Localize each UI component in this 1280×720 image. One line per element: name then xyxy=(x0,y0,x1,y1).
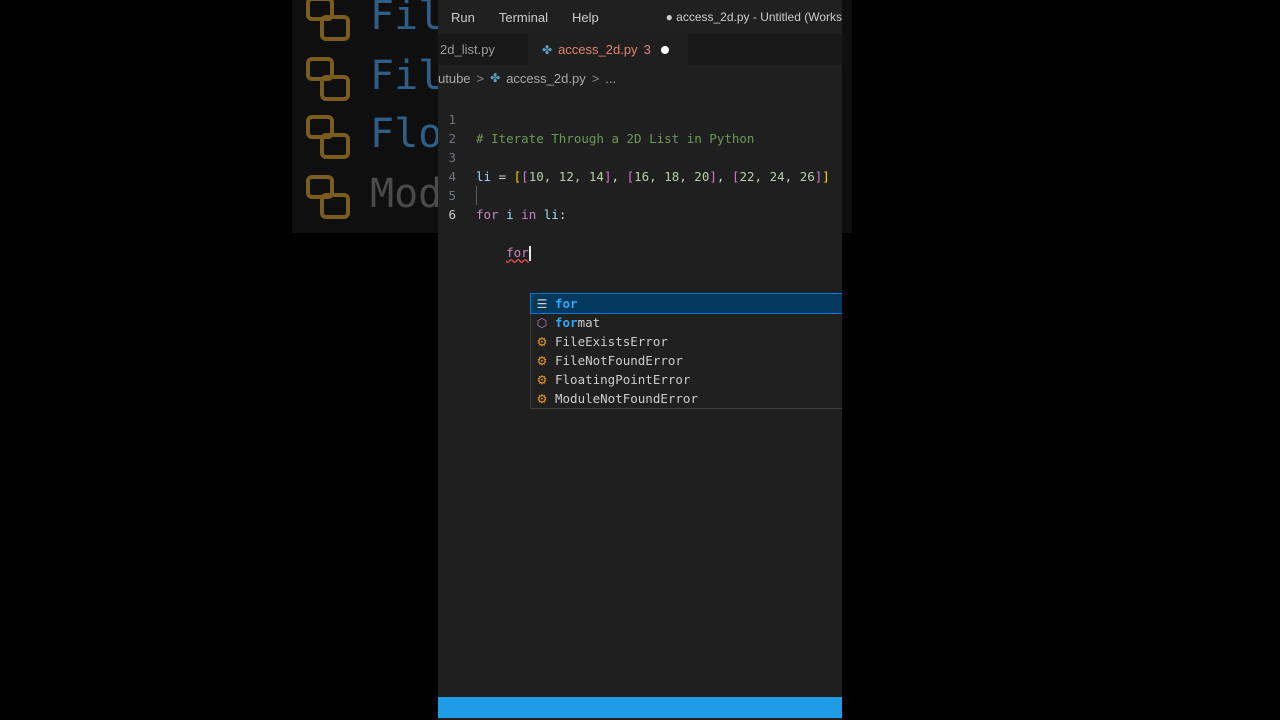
code-line: 4 xyxy=(438,148,842,184)
suggestion-item[interactable]: ⚙ FloatingPointError xyxy=(531,370,842,389)
tab-2d-list[interactable]: 2d_list.py xyxy=(438,34,528,65)
bg-item-text: Fil xyxy=(370,0,443,39)
class-icon: ⚙ xyxy=(536,391,548,406)
keyword-icon: ☰ xyxy=(536,296,548,311)
breadcrumb-folder[interactable]: utube xyxy=(438,71,471,86)
class-icon xyxy=(302,53,350,101)
suggestion-item[interactable]: ☰ for xyxy=(530,293,842,314)
python-icon: ✤ xyxy=(542,42,553,57)
code-line-active: 6 for xyxy=(438,186,842,261)
menu-terminal[interactable]: Terminal xyxy=(487,10,560,25)
variable: li xyxy=(543,207,559,222)
chevron-right-icon: > xyxy=(476,70,485,86)
suggestion-item[interactable]: ⚙ FileNotFoundError xyxy=(531,351,842,370)
suggestion-item[interactable]: ⚙ ModuleNotFoundError xyxy=(531,389,842,408)
tab-access-2d[interactable]: ✤ access_2d.py 3 xyxy=(528,34,688,65)
tab-label: 2d_list.py xyxy=(440,42,495,57)
class-icon xyxy=(302,0,350,41)
class-icon xyxy=(302,111,350,159)
bg-item-text: Mod xyxy=(370,171,443,217)
status-bar xyxy=(438,697,842,718)
breadcrumb-more[interactable]: ... xyxy=(605,71,616,86)
menu-run[interactable]: Run xyxy=(438,10,487,25)
class-icon: ⚙ xyxy=(536,353,548,368)
class-icon: ⚙ xyxy=(536,372,548,387)
python-icon: ✤ xyxy=(490,71,501,85)
line-number: 6 xyxy=(448,207,456,222)
bg-item-text: Fil xyxy=(370,53,443,99)
unsaved-dot-icon[interactable] xyxy=(660,45,669,54)
breadcrumb: utube > ✤ access_2d.py > ... xyxy=(438,65,842,91)
bg-item: Flo xyxy=(302,104,442,164)
code-line: 1 # Iterate Through a 2D List in Python xyxy=(438,91,842,146)
chevron-right-icon: > xyxy=(591,70,600,86)
breadcrumb-file[interactable]: access_2d.py xyxy=(506,71,586,86)
bg-item: Fil xyxy=(302,0,442,46)
tab-bar: 2d_list.py ✤ access_2d.py 3 xyxy=(438,34,842,65)
bg-item-text: Flo xyxy=(370,111,443,157)
title-bar: Run Terminal Help ● access_2d.py - Untit… xyxy=(438,0,842,34)
code-line: 5 for i in li: xyxy=(438,167,842,222)
suggestion-label: ModuleNotFoundError xyxy=(555,391,698,406)
code-line: 3 li = [[10, 12, 14], [16, 18, 20], [22,… xyxy=(438,129,842,184)
module-icon: ⬡ xyxy=(536,315,548,330)
suggestion-label: FloatingPointError xyxy=(555,372,691,387)
problem-count-badge: 3 xyxy=(643,42,651,57)
suggestion-item[interactable]: ⬡ for mat xyxy=(531,313,842,332)
typed-text-error: for xyxy=(506,245,529,260)
tab-label: access_2d.py xyxy=(558,42,638,57)
editor-window: Run Terminal Help ● access_2d.py - Untit… xyxy=(438,0,842,720)
suggestion-label: FileExistsError xyxy=(555,334,668,349)
bg-item: Mod xyxy=(302,164,442,224)
class-icon xyxy=(302,171,350,219)
bg-item: Fil xyxy=(302,46,442,106)
suggestion-item[interactable]: ⚙ FileExistsError xyxy=(531,332,842,351)
variable: i xyxy=(506,207,514,222)
menu-help[interactable]: Help xyxy=(560,10,611,25)
code-line: 2 xyxy=(438,110,842,146)
suggest-widget: ☰ for ⬡ for mat ⚙ FileExistsError ⚙ FileN… xyxy=(530,293,842,409)
code-editor[interactable]: 1 # Iterate Through a 2D List in Python … xyxy=(438,91,842,409)
suggestion-label: FileNotFoundError xyxy=(555,353,683,368)
text-cursor xyxy=(528,246,531,261)
keyword: in xyxy=(521,207,537,222)
indent-guide xyxy=(476,186,477,205)
window-title: ● access_2d.py - Untitled (Works xyxy=(665,10,842,24)
class-icon: ⚙ xyxy=(536,334,548,349)
